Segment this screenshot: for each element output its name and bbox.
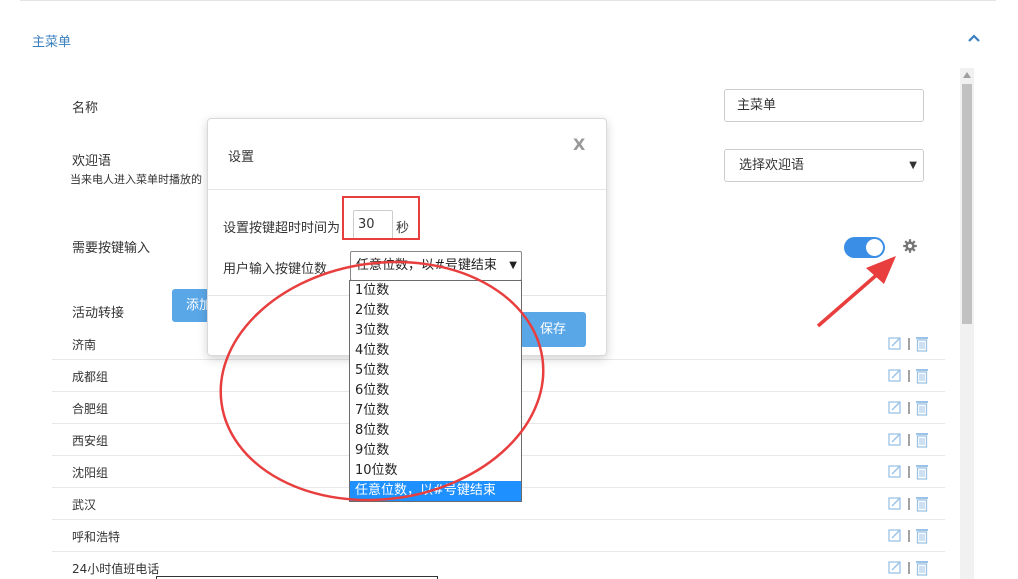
caret-down-icon: ▼ [909,160,917,171]
transfer-label: 活动转接 [72,306,125,321]
dropdown-option[interactable]: 3位数 [350,321,521,341]
dropdown-option[interactable]: 9位数 [350,441,521,461]
digits-select[interactable]: 任意位数，以#号键结束 ▼ [350,251,522,281]
close-icon[interactable]: X [573,135,585,154]
edit-icon[interactable] [888,497,901,510]
gear-icon[interactable] [902,238,918,254]
welcome-select[interactable]: 选择欢迎语 ▼ [724,149,924,182]
welcome-hint: 当来电人进入菜单时播放的 [70,173,202,186]
welcome-select-value: 选择欢迎语 [739,158,805,173]
digits-dropdown-list: 1位数 2位数 3位数 4位数 5位数 6位数 7位数 8位数 9位数 10位数 任意位数，以#号键… [349,280,522,502]
dropdown-option[interactable]: 4位数 [350,341,521,361]
save-button[interactable]: 保存 [520,312,586,347]
dropdown-option[interactable]: 5位数 [350,361,521,381]
dropdown-option[interactable]: 1位数 [350,281,521,301]
edit-icon[interactable] [888,465,901,478]
scrollbar-thumb[interactable] [962,84,972,324]
row-name: 成都组 [72,370,109,384]
trash-icon[interactable] [916,529,928,544]
row-actions [888,401,928,416]
row-name: 呼和浩特 [72,530,121,544]
modal-title: 设置 [228,150,255,165]
row-actions [888,337,928,352]
dropdown-option[interactable]: 2位数 [350,301,521,321]
trash-icon[interactable] [916,433,928,448]
trash-icon[interactable] [916,561,928,576]
trash-icon[interactable] [916,401,928,416]
key-input-toggle[interactable] [844,237,885,258]
name-label: 名称 [72,101,99,116]
row-actions [888,561,928,576]
edit-icon[interactable] [888,561,901,574]
row-name: 合肥组 [72,402,109,416]
scroll-up-arrow-icon[interactable] [962,70,972,80]
add-button[interactable]: 添加 [172,289,212,322]
caret-down-icon: ▼ [509,260,517,271]
edit-icon[interactable] [888,529,901,542]
dropdown-option[interactable]: 6位数 [350,381,521,401]
edit-icon[interactable] [888,401,901,414]
annotation-rectangle [342,196,420,240]
dropdown-option[interactable]: 8位数 [350,421,521,441]
row-actions [888,433,928,448]
edit-icon[interactable] [888,369,901,382]
trash-icon[interactable] [916,369,928,384]
trash-icon[interactable] [916,337,928,352]
table-row: 呼和浩特 [52,520,945,552]
key-input-label: 需要按键输入 [72,241,151,256]
row-actions [888,369,928,384]
annotation-arrow-line [816,270,882,328]
table-row: 24小时值班电话 [52,552,945,579]
toggle-knob [866,239,883,256]
row-name: 沈阳组 [72,466,109,480]
page: 主菜单 名称 主菜单 欢迎语 当来电人进入菜单时播放的 选择欢迎语 ▼ 需要按键… [0,0,1018,579]
timeout-label: 设置按键超时时间为 [223,221,341,236]
scrollbar[interactable] [960,68,974,579]
dropdown-option[interactable]: 任意位数，以#号键结束 [350,481,521,501]
top-divider [20,0,996,1]
dropdown-option[interactable]: 10位数 [350,461,521,481]
modal-divider [208,189,606,190]
trash-icon[interactable] [916,465,928,480]
section-title: 主菜单 [32,35,72,50]
welcome-label: 欢迎语 [72,154,112,169]
row-name: 西安组 [72,434,109,448]
edit-icon[interactable] [888,337,901,350]
digits-select-value: 任意位数，以#号键结束 [356,258,497,273]
row-name: 济南 [72,338,97,352]
chevron-up-icon[interactable] [964,28,984,48]
edit-icon[interactable] [888,433,901,446]
row-name: 武汉 [72,498,97,512]
annotation-arrow-head [866,256,896,284]
digits-label: 用户输入按键位数 [223,262,328,277]
row-actions [888,529,928,544]
row-actions [888,465,928,480]
dropdown-option[interactable]: 7位数 [350,401,521,421]
name-input[interactable]: 主菜单 [724,89,924,122]
trash-icon[interactable] [916,497,928,512]
row-actions [888,497,928,512]
row-name: 24小时值班电话 [72,562,160,576]
